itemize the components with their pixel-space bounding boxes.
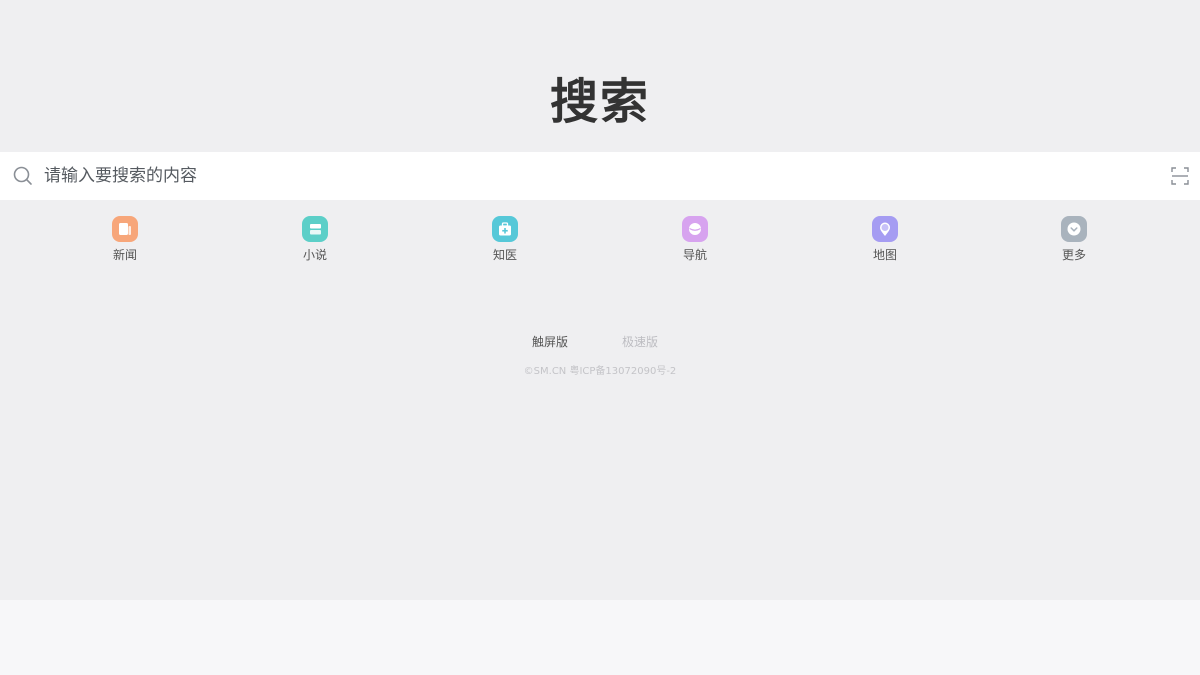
touch-version-link[interactable]: 触屏版 <box>532 334 568 350</box>
search-icon[interactable] <box>12 165 34 187</box>
quick-link-map[interactable]: 地图 <box>845 216 925 263</box>
quick-link-news[interactable]: 新闻 <box>85 216 165 263</box>
quick-link-label: 新闻 <box>112 248 137 262</box>
quick-link-more[interactable]: 更多 <box>1034 216 1114 263</box>
version-switcher: 触屏版 极速版 <box>0 334 1200 352</box>
quick-link-label: 知医 <box>492 248 517 262</box>
map-pin-icon <box>872 216 898 242</box>
medical-kit-icon <box>492 216 518 242</box>
quick-link-medical[interactable]: 知医 <box>465 216 545 263</box>
quick-link-navigation[interactable]: 导航 <box>655 216 735 263</box>
quick-link-label: 导航 <box>682 248 707 262</box>
quick-link-label: 更多 <box>1061 248 1086 262</box>
quick-link-novel[interactable]: 小说 <box>275 216 355 263</box>
speed-version-link[interactable]: 极速版 <box>622 334 658 350</box>
search-input[interactable] <box>44 152 1154 200</box>
search-bar[interactable] <box>0 152 1200 200</box>
novel-icon <box>302 216 328 242</box>
navigation-icon <box>682 216 708 242</box>
bottom-strip <box>0 600 1200 675</box>
scan-icon[interactable] <box>1170 166 1190 186</box>
home-page: 搜索 新闻 <box>0 0 1200 600</box>
quick-link-label: 小说 <box>302 248 327 262</box>
site-logo: 搜索 <box>549 74 650 130</box>
chevron-down-circle-icon <box>1061 216 1087 242</box>
quick-link-label: 地图 <box>872 248 897 262</box>
footer-copyright: ©SM.CN 粤ICP备13072090号-2 <box>523 366 677 377</box>
news-icon <box>112 216 138 242</box>
